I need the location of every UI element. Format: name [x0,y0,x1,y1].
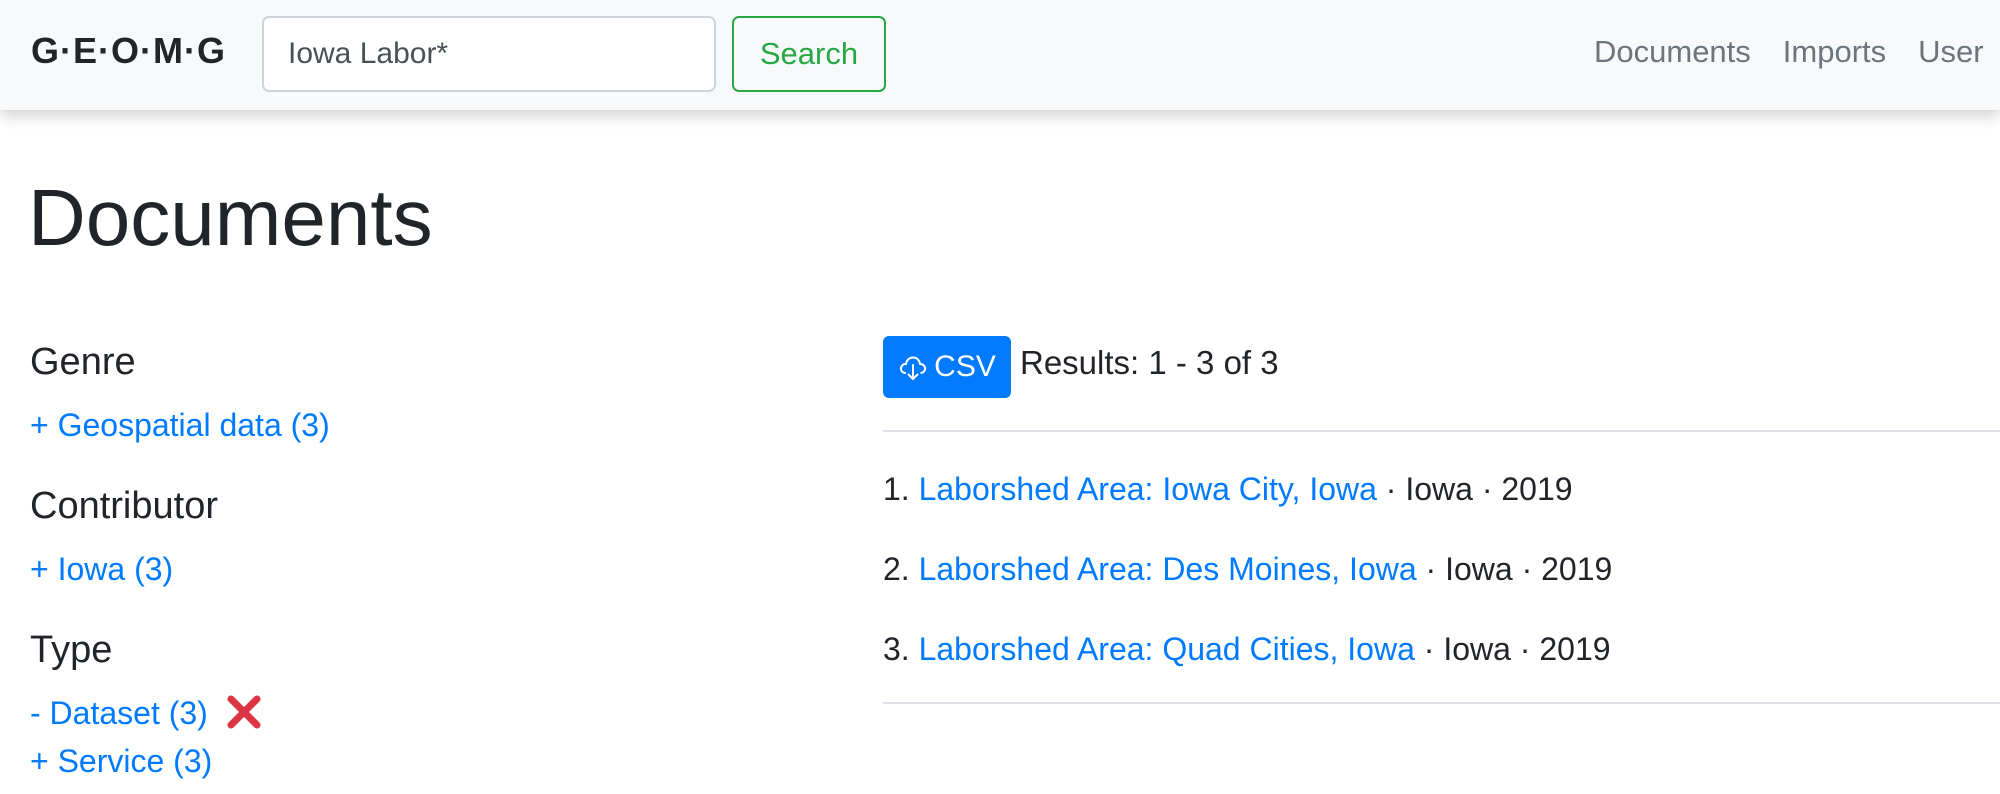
nav-links: Documents Imports User [1594,34,2000,70]
result-title-link[interactable]: Laborshed Area: Des Moines, Iowa [919,551,1417,587]
nav-link-imports[interactable]: Imports [1783,34,1886,70]
facet-link-geospatial-data[interactable]: + Geospatial data (3) [30,409,330,441]
search-button[interactable]: Search [732,16,886,92]
close-icon[interactable] [226,694,262,730]
result-item: 1. Laborshed Area: Iowa City, Iowa · Iow… [883,473,1573,505]
result-meta: · Iowa · 2019 [1414,631,1611,667]
nav-link-documents[interactable]: Documents [1594,34,1751,70]
results-divider-bottom [883,702,2000,704]
result-number: 1. [883,471,910,507]
facet-link-iowa[interactable]: + Iowa (3) [30,553,173,585]
result-title-link[interactable]: Laborshed Area: Quad Cities, Iowa [919,631,1415,667]
facet-heading-contributor: Contributor [30,485,218,527]
nav-link-users[interactable]: User [1918,34,1983,70]
results-count: Results: 1 - 3 of 3 [1020,344,1279,381]
brand-logo[interactable]: G·E·O·M·G [31,30,226,72]
facet-heading-type: Type [30,629,113,671]
result-title-link[interactable]: Laborshed Area: Iowa City, Iowa [919,471,1377,507]
navbar: G·E·O·M·G Search Documents Imports User [0,0,2000,110]
page-title: Documents [28,173,433,262]
csv-button-label: CSV [934,350,996,383]
search-input[interactable] [262,16,716,92]
facet-heading-genre: Genre [30,341,136,383]
cloud-download-icon [900,356,927,380]
csv-download-button[interactable]: CSV [883,336,1011,398]
result-item: 3. Laborshed Area: Quad Cities, Iowa · I… [883,633,1611,665]
result-meta: · Iowa · 2019 [1416,551,1613,587]
result-number: 3. [883,631,910,667]
result-number: 2. [883,551,910,587]
results-divider-top [883,430,2000,432]
result-item: 2. Laborshed Area: Des Moines, Iowa · Io… [883,553,1612,585]
facet-link-dataset[interactable]: - Dataset (3) [30,697,208,729]
facet-link-service[interactable]: + Service (3) [30,745,212,777]
result-meta: · Iowa · 2019 [1376,471,1573,507]
